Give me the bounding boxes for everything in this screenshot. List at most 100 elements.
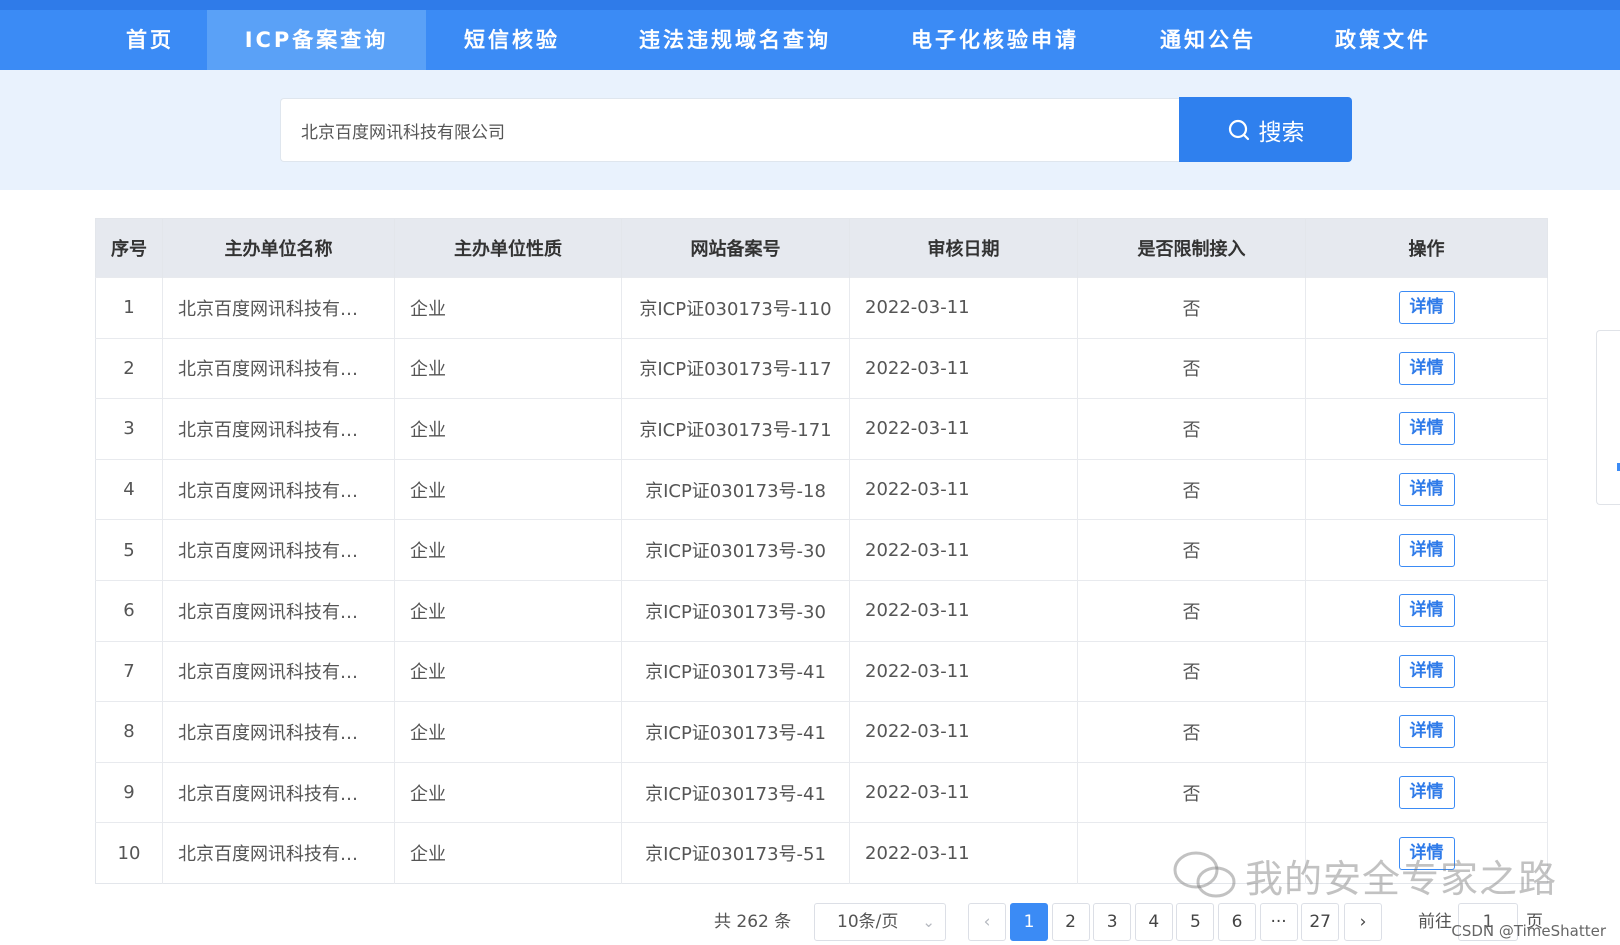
- page-button[interactable]: 1: [1010, 903, 1048, 941]
- cell-org-type: 企业: [394, 640, 622, 702]
- search-input[interactable]: [280, 98, 1180, 162]
- cell-review-date: 2022-03-11: [849, 701, 1078, 763]
- cell-review-date: 2022-03-11: [849, 519, 1078, 581]
- cell-icp-number: 京ICP证030173号-51: [621, 822, 850, 884]
- goto-label: 前往: [1418, 912, 1452, 932]
- cell-review-date: 2022-03-11: [849, 640, 1078, 702]
- search-icon: [1228, 119, 1249, 140]
- table-row: 2 北京百度网讯科技有… 企业 京ICP证030173号-117 2022-03-11 否…: [95, 337, 1548, 399]
- header-review-date: 审核日期: [849, 218, 1078, 278]
- cell-access-limited: 否: [1077, 277, 1306, 339]
- table-row: 9 北京百度网讯科技有… 企业 京ICP证030173号-41 2022-03-11 否 详…: [95, 761, 1548, 823]
- nav-item-home[interactable]: 首页: [100, 10, 200, 70]
- table-row: 8 北京百度网讯科技有… 企业 京ICP证030173号-41 2022-03-11 否 详…: [95, 701, 1548, 763]
- cell-access-limited: 否: [1077, 398, 1306, 460]
- detail-button[interactable]: 详情: [1398, 473, 1455, 507]
- detail-button[interactable]: 详情: [1398, 715, 1455, 749]
- cell-action: 详情: [1305, 519, 1548, 581]
- chevron-down-icon: ⌄: [922, 913, 935, 931]
- table-row: 3 北京百度网讯科技有… 企业 京ICP证030173号-171 2022-03-11 否…: [95, 398, 1548, 460]
- page-button[interactable]: 2: [1051, 903, 1090, 941]
- detail-button[interactable]: 详情: [1398, 533, 1455, 567]
- cell-org-type: 企业: [394, 337, 622, 399]
- cell-icp-number: 京ICP证030173号-30: [621, 519, 850, 581]
- header-access-limited: 是否限制接入: [1077, 218, 1306, 278]
- detail-button[interactable]: 详情: [1398, 594, 1455, 628]
- detail-button[interactable]: 详情: [1398, 412, 1455, 446]
- cell-review-date: 2022-03-11: [849, 579, 1078, 642]
- cell-icp-number: 京ICP证030173号-117: [621, 337, 850, 399]
- cell-org-name: 北京百度网讯科技有…: [162, 579, 395, 642]
- total-count: 共 262 条: [714, 912, 792, 932]
- detail-button[interactable]: 详情: [1398, 351, 1455, 385]
- nav-item-policy[interactable]: 政策文件: [1323, 10, 1443, 70]
- header-org-name: 主办单位名称: [162, 218, 395, 278]
- cell-access-limited: 否: [1077, 519, 1306, 581]
- table-row: 7 北京百度网讯科技有… 企业 京ICP证030173号-41 2022-03-11 否 详…: [95, 640, 1548, 702]
- cell-action: 详情: [1305, 277, 1548, 339]
- prev-page-button[interactable]: ‹: [968, 903, 1006, 941]
- credit-text: CSDN @TimeShatter: [1451, 922, 1606, 940]
- nav-item-notices[interactable]: 通知公告: [1148, 10, 1268, 70]
- cell-action: 详情: [1305, 761, 1548, 823]
- cell-org-name: 北京百度网讯科技有…: [162, 822, 395, 884]
- search-button-label: 搜索: [1258, 119, 1305, 146]
- pagination: 共 262 条 10条/页 ⌄ ‹ 123456···27 › 前往 页: [0, 903, 1620, 941]
- next-page-button[interactable]: ›: [1344, 903, 1382, 941]
- header-action: 操作: [1305, 218, 1548, 278]
- cell-org-type: 企业: [394, 822, 622, 884]
- page-button[interactable]: 3: [1093, 903, 1132, 941]
- table-row: 5 北京百度网讯科技有… 企业 京ICP证030173号-30 2022-03-11 否 详…: [95, 519, 1548, 581]
- cell-index: 6: [95, 579, 163, 642]
- nav-item-illegal-domain[interactable]: 违法违规域名查询: [630, 10, 840, 70]
- cell-icp-number: 京ICP证030173号-41: [621, 701, 850, 763]
- page-button[interactable]: 6: [1218, 903, 1256, 941]
- side-tab[interactable]: [1596, 330, 1620, 505]
- cell-icp-number: 京ICP证030173号-18: [621, 458, 850, 520]
- cell-review-date: 2022-03-11: [849, 761, 1078, 823]
- cell-org-type: 企业: [394, 579, 622, 642]
- cell-index: 3: [95, 398, 163, 460]
- search-button[interactable]: 搜索: [1179, 97, 1352, 162]
- nav-item-sms-verify[interactable]: 短信核验: [447, 10, 577, 70]
- cell-review-date: 2022-03-11: [849, 822, 1078, 884]
- nav-item-e-verify[interactable]: 电子化核验申请: [900, 10, 1090, 70]
- cell-org-name: 北京百度网讯科技有…: [162, 761, 395, 823]
- page-button[interactable]: 27: [1301, 903, 1340, 941]
- cell-org-name: 北京百度网讯科技有…: [162, 337, 395, 399]
- table-row: 6 北京百度网讯科技有… 企业 京ICP证030173号-30 2022-03-11 否 详…: [95, 579, 1548, 642]
- page-button[interactable]: 4: [1134, 903, 1173, 941]
- cell-index: 8: [95, 701, 163, 763]
- cell-org-name: 北京百度网讯科技有…: [162, 519, 395, 581]
- cell-action: 详情: [1305, 701, 1548, 763]
- cell-review-date: 2022-03-11: [849, 277, 1078, 339]
- cell-access-limited: 否: [1077, 761, 1306, 823]
- main-nav: 首页 ICP备案查询 短信核验 违法违规域名查询 电子化核验申请 通知公告 政策…: [0, 10, 1620, 70]
- cell-org-name: 北京百度网讯科技有…: [162, 277, 395, 339]
- detail-button[interactable]: 详情: [1398, 776, 1455, 810]
- watermark-text: 我的安全专家之路: [1245, 857, 1558, 901]
- cell-action: 详情: [1305, 579, 1548, 642]
- cell-index: 2: [95, 337, 163, 399]
- cell-icp-number: 京ICP证030173号-30: [621, 579, 850, 642]
- page-ellipsis[interactable]: ···: [1259, 903, 1298, 941]
- nav-item-icp-query[interactable]: ICP备案查询: [207, 10, 426, 70]
- cell-org-type: 企业: [394, 761, 622, 823]
- cell-icp-number: 京ICP证030173号-41: [621, 640, 850, 702]
- cell-org-name: 北京百度网讯科技有…: [162, 701, 395, 763]
- cell-index: 5: [95, 519, 163, 581]
- page-size-select[interactable]: 10条/页 ⌄: [814, 903, 946, 941]
- cell-access-limited: 否: [1077, 579, 1306, 642]
- detail-button[interactable]: 详情: [1398, 654, 1455, 688]
- detail-button[interactable]: 详情: [1398, 291, 1455, 325]
- cell-action: 详情: [1305, 458, 1548, 520]
- page-button[interactable]: 5: [1176, 903, 1215, 941]
- cell-org-name: 北京百度网讯科技有…: [162, 458, 395, 520]
- cell-org-name: 北京百度网讯科技有…: [162, 398, 395, 460]
- cell-action: 详情: [1305, 398, 1548, 460]
- cell-icp-number: 京ICP证030173号-110: [621, 277, 850, 339]
- cell-org-type: 企业: [394, 398, 622, 460]
- cell-icp-number: 京ICP证030173号-171: [621, 398, 850, 460]
- header-index: 序号: [95, 218, 163, 278]
- cell-access-limited: 否: [1077, 640, 1306, 702]
